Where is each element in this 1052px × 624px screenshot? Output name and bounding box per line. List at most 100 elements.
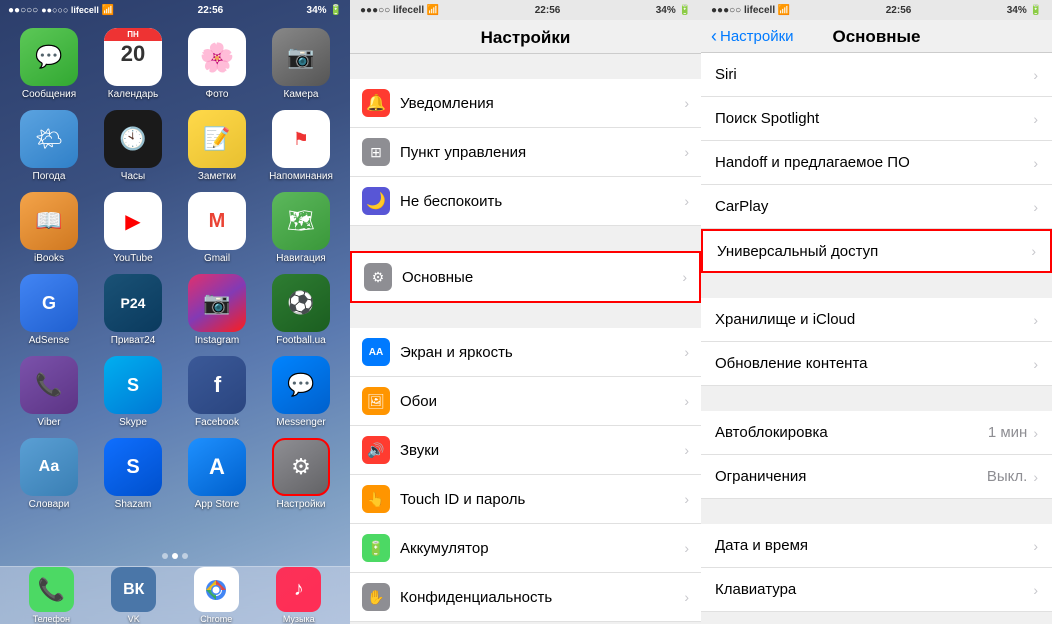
bg-refresh-label: Обновление контента	[715, 355, 1033, 372]
gap-g1	[701, 273, 1052, 298]
general-restrictions[interactable]: Ограничения Выкл. ›	[701, 455, 1052, 499]
reminders-label: Напоминания	[269, 171, 333, 182]
accessibility-chevron: ›	[1031, 243, 1036, 259]
app-facebook[interactable]: f Facebook	[180, 356, 254, 428]
settings-sounds[interactable]: 🔊 Звуки ›	[350, 426, 701, 475]
settings-battery[interactable]: 🔋 Аккумулятор ›	[350, 524, 701, 573]
app-ibooks[interactable]: 📖 iBooks	[12, 192, 86, 264]
dock-vk[interactable]: ВК VK	[111, 567, 156, 624]
gap-2	[350, 303, 701, 328]
back-button[interactable]: ‹ Настройки	[711, 26, 794, 47]
carplay-label: CarPlay	[715, 198, 1033, 215]
settings-dnd[interactable]: 🌙 Не беспокоить ›	[350, 177, 701, 226]
instagram-icon: 📷	[188, 274, 246, 332]
settings-general[interactable]: ⚙ Основные ›	[350, 251, 701, 303]
restrictions-value: Выкл.	[987, 468, 1027, 485]
display-label: Экран и яркость	[400, 344, 684, 361]
app-appstore[interactable]: A App Store	[180, 438, 254, 510]
general-autolock[interactable]: Автоблокировка 1 мин ›	[701, 411, 1052, 455]
settings-notifications[interactable]: 🔔 Уведомления ›	[350, 79, 701, 128]
battery-1: 34% 🔋	[307, 5, 342, 16]
app-instagram[interactable]: 📷 Instagram	[180, 274, 254, 346]
general-accessibility[interactable]: Универсальный доступ ›	[701, 229, 1052, 273]
general-carplay[interactable]: CarPlay ›	[701, 185, 1052, 229]
autolock-label: Автоблокировка	[715, 424, 988, 441]
app-adsense[interactable]: G AdSense	[12, 274, 86, 346]
general-handoff[interactable]: Handoff и предлагаемое ПО ›	[701, 141, 1052, 185]
facebook-icon: f	[188, 356, 246, 414]
app-maps[interactable]: 🗺 Навигация	[264, 192, 338, 264]
battery-icon-1: 🔋	[330, 5, 342, 16]
general-storage[interactable]: Хранилище и iCloud ›	[701, 298, 1052, 342]
calendar-label: Календарь	[108, 89, 158, 100]
notifications-chevron: ›	[684, 95, 689, 111]
app-reminders[interactable]: ⚑ Напоминания	[264, 110, 338, 182]
dnd-label: Не беспокоить	[400, 193, 684, 210]
facebook-label: Facebook	[195, 417, 239, 428]
camera-icon: 📷	[272, 28, 330, 86]
app-clock[interactable]: 🕙 Часы	[96, 110, 170, 182]
settings-touchid[interactable]: 👆 Touch ID и пароль ›	[350, 475, 701, 524]
datetime-chevron: ›	[1033, 538, 1038, 554]
calendar-icon: ПН 20	[104, 28, 162, 86]
dock-phone[interactable]: 📞 Телефон	[29, 567, 74, 624]
app-privat[interactable]: P24 Приват24	[96, 274, 170, 346]
battery-2: 34% 🔋	[656, 5, 691, 16]
shazam-icon: S	[104, 438, 162, 496]
sounds-label: Звуки	[400, 442, 684, 459]
spotlight-chevron: ›	[1033, 111, 1038, 127]
settings-control-center[interactable]: ⊞ Пункт управления ›	[350, 128, 701, 177]
skype-label: Skype	[119, 417, 147, 428]
clock-icon: 🕙	[104, 110, 162, 168]
settings-privacy[interactable]: ✋ Конфиденциальность ›	[350, 573, 701, 622]
appstore-label: App Store	[195, 499, 239, 510]
app-messages[interactable]: 💬 Сообщения	[12, 28, 86, 100]
dock-vk-label: VK	[128, 614, 140, 624]
app-messenger[interactable]: 💬 Messenger	[264, 356, 338, 428]
touchid-label: Touch ID и пароль	[400, 491, 684, 508]
app-gmail[interactable]: M Gmail	[180, 192, 254, 264]
maps-label: Навигация	[276, 253, 325, 264]
settings-display[interactable]: AA Экран и яркость ›	[350, 328, 701, 377]
settings-title: Настройки	[350, 20, 701, 54]
dock-chrome[interactable]: Chrome	[194, 567, 239, 624]
settings-wallpaper[interactable]: 🖼 Обои ›	[350, 377, 701, 426]
privat-icon: P24	[104, 274, 162, 332]
app-notes[interactable]: 📝 Заметки	[180, 110, 254, 182]
carrier-3: ●●●○○ lifecell 📶	[711, 5, 790, 16]
sounds-chevron: ›	[684, 442, 689, 458]
app-youtube[interactable]: ▶ YouTube	[96, 192, 170, 264]
app-shazam[interactable]: S Shazam	[96, 438, 170, 510]
slovari-icon: Аа	[20, 438, 78, 496]
app-settings[interactable]: ⚙ Настройки	[264, 438, 338, 510]
app-slovari[interactable]: Аа Словари	[12, 438, 86, 510]
dock-phone-icon: 📞	[29, 567, 74, 612]
dock-music[interactable]: ♪ Музыка	[276, 567, 321, 624]
accessibility-label: Универсальный доступ	[717, 243, 1031, 260]
general-datetime[interactable]: Дата и время ›	[701, 524, 1052, 568]
dot-2	[172, 553, 178, 559]
general-spotlight[interactable]: Поиск Spotlight ›	[701, 97, 1052, 141]
general-keyboard[interactable]: Клавиатура ›	[701, 568, 1052, 612]
app-skype[interactable]: S Skype	[96, 356, 170, 428]
app-calendar[interactable]: ПН 20 Календарь	[96, 28, 170, 100]
instagram-label: Instagram	[195, 335, 239, 346]
app-viber[interactable]: 📞 Viber	[12, 356, 86, 428]
battery-3: 34% 🔋	[1007, 5, 1042, 16]
back-label: Настройки	[720, 28, 794, 45]
general-bg-refresh[interactable]: Обновление контента ›	[701, 342, 1052, 386]
control-center-label: Пункт управления	[400, 144, 684, 161]
app-photos[interactable]: 🌸 Фото	[180, 28, 254, 100]
settings-icon: ⚙	[272, 438, 330, 496]
app-football[interactable]: ⚽ Football.ua	[264, 274, 338, 346]
display-icon: AA	[362, 338, 390, 366]
general-siri[interactable]: Siri ›	[701, 53, 1052, 97]
ibooks-label: iBooks	[34, 253, 64, 264]
general-header: ‹ Настройки Основные	[701, 20, 1052, 53]
shazam-label: Shazam	[115, 499, 152, 510]
status-bar-1: ●●○○○ ●●○○○ lifecell 📶 22:56 34% 🔋	[0, 0, 350, 20]
app-camera[interactable]: 📷 Камера	[264, 28, 338, 100]
app-weather[interactable]: 🌤 Погода	[12, 110, 86, 182]
battery-icon-2: 🔋	[362, 534, 390, 562]
iphone-home-screen: ●●○○○ ●●○○○ lifecell 📶 22:56 34% 🔋 💬 Соо…	[0, 0, 350, 624]
